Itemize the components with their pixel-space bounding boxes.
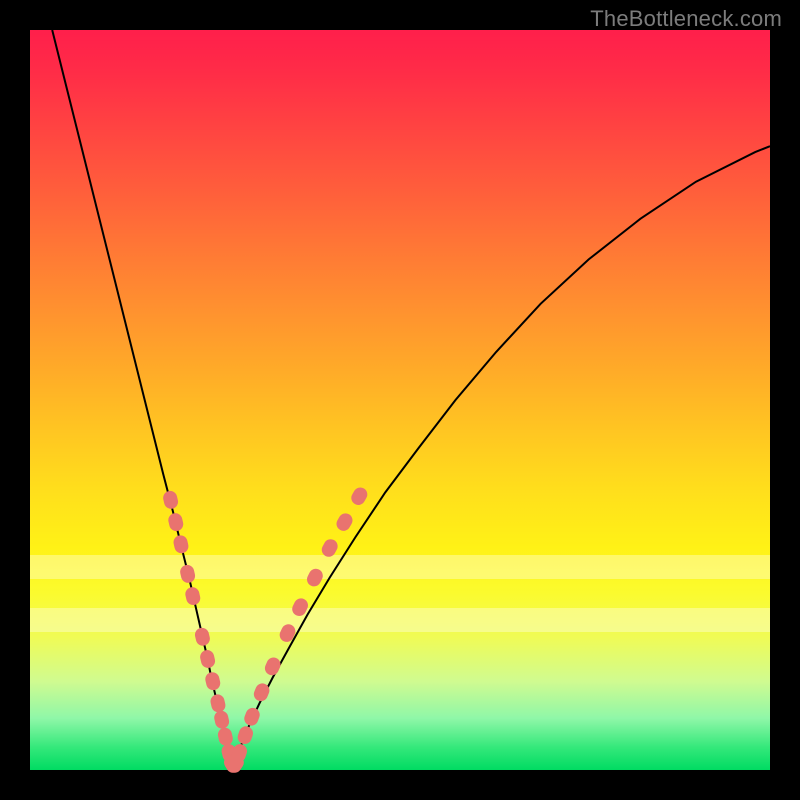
bead [236, 724, 255, 746]
bead [172, 534, 190, 555]
bead [263, 655, 283, 677]
bead [349, 485, 370, 508]
bead [199, 649, 217, 670]
bead [194, 626, 212, 647]
bead [179, 564, 197, 585]
curve-layer [30, 30, 770, 770]
bead [209, 693, 227, 714]
watermark-text: TheBottleneck.com [590, 6, 782, 32]
right-curve [233, 146, 770, 769]
bead [162, 490, 180, 511]
bead [167, 512, 185, 533]
bead [319, 537, 340, 559]
bead [213, 709, 231, 730]
plot-area [30, 30, 770, 770]
bead [242, 706, 261, 728]
bead-group [162, 485, 370, 776]
bead [204, 671, 222, 692]
bead [184, 586, 202, 607]
bead [305, 566, 326, 588]
bead [334, 511, 355, 534]
chart-frame: TheBottleneck.com [0, 0, 800, 800]
bead [277, 622, 297, 644]
bead [217, 726, 235, 747]
